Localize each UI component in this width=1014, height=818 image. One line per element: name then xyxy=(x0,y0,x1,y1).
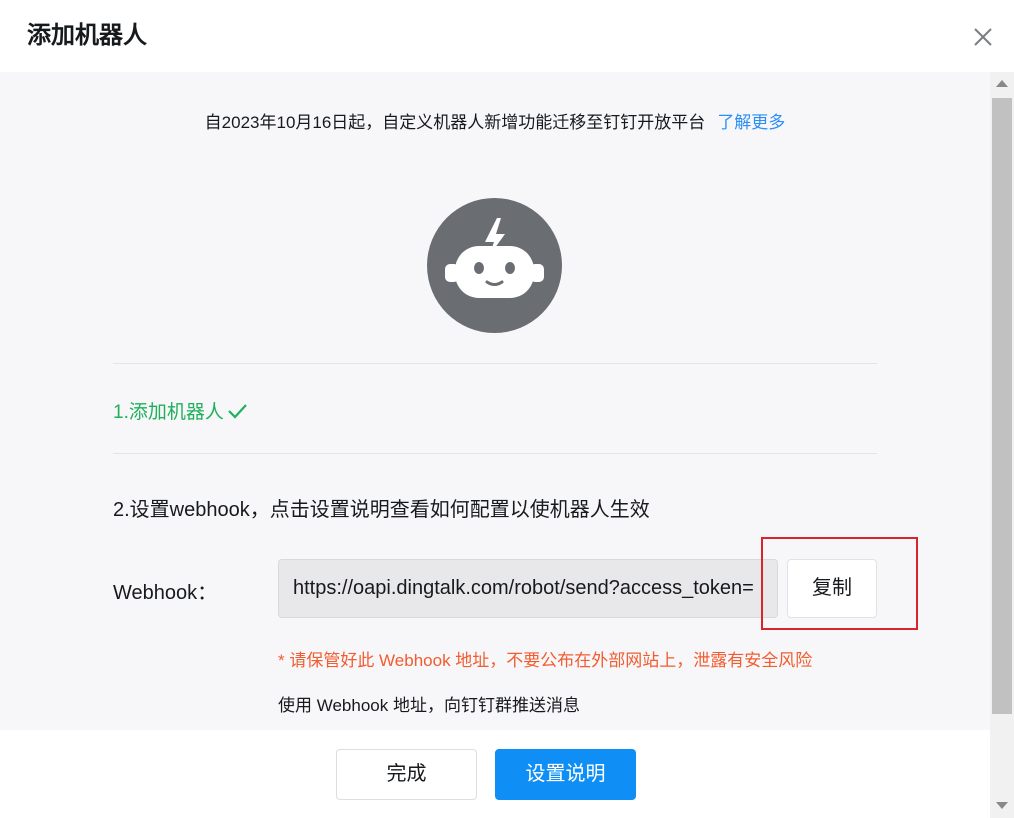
usage-hint: 使用 Webhook 地址，向钉钉群推送消息 xyxy=(278,696,580,715)
dialog-header: 添加机器人 xyxy=(0,0,1014,72)
done-button[interactable]: 完成 xyxy=(336,749,477,800)
scrollbar-thumb[interactable] xyxy=(992,98,1012,714)
notice-text: 自2023年10月16日起，自定义机器人新增功能迁移至钉钉开放平台 xyxy=(204,113,706,132)
step-1: 1.添加机器人 xyxy=(113,397,248,424)
divider xyxy=(113,363,877,364)
step-1-label: 1.添加机器人 xyxy=(113,402,224,423)
learn-more-link[interactable]: 了解更多 xyxy=(717,113,785,132)
highlight-box xyxy=(761,537,918,630)
security-warning: * 请保管好此 Webhook 地址，不要公布在外部网站上，泄露有安全风险 xyxy=(278,651,813,670)
step-2-label: 2.设置webhook，点击设置说明查看如何配置以使机器人生效 xyxy=(113,499,650,521)
dialog-title: 添加机器人 xyxy=(27,22,147,49)
scroll-up-arrow-icon[interactable] xyxy=(996,80,1008,87)
webhook-label: Webhook： xyxy=(113,582,218,604)
check-icon xyxy=(228,403,247,419)
robot-icon xyxy=(445,218,544,298)
notice-banner: 自2023年10月16日起，自定义机器人新增功能迁移至钉钉开放平台 了解更多 xyxy=(0,108,990,133)
setup-guide-button[interactable]: 设置说明 xyxy=(495,749,636,800)
close-icon xyxy=(974,28,992,46)
dialog-body: 自2023年10月16日起，自定义机器人新增功能迁移至钉钉开放平台 了解更多 1.… xyxy=(0,72,990,730)
scroll-down-arrow-icon[interactable] xyxy=(996,802,1008,809)
divider xyxy=(113,453,877,454)
dialog-footer: 完成 设置说明 xyxy=(0,730,990,818)
close-button[interactable] xyxy=(968,22,998,52)
webhook-url-field[interactable]: https://oapi.dingtalk.com/robot/send?acc… xyxy=(278,559,778,618)
robot-avatar xyxy=(427,198,562,333)
